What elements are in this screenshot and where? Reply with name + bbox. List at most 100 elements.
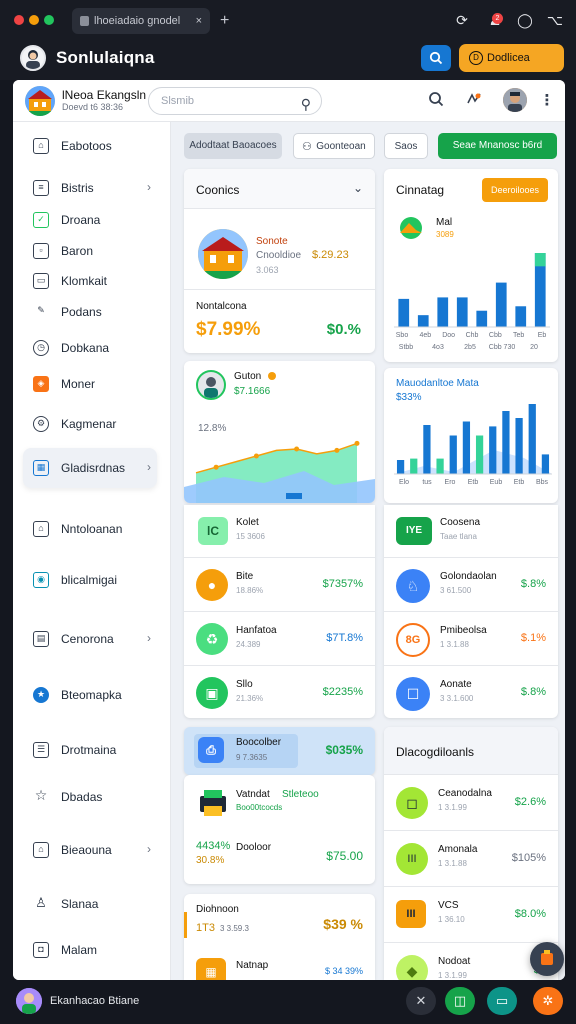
search-icon[interactable]: [426, 91, 446, 111]
floating-action-button[interactable]: [530, 942, 564, 976]
sidebar-item-slanaa[interactable]: ♙ Slanaa: [23, 889, 157, 919]
metric-sub: 18.86%: [236, 586, 264, 595]
chevron-right-icon: ›: [147, 631, 151, 645]
feature-line: Cnooldioe: [256, 250, 302, 261]
bottom-left-sub-b: 3 3.59.3: [220, 924, 249, 933]
minimize-window-dot[interactable]: [29, 15, 39, 25]
x-tick-label: Etb: [468, 479, 479, 486]
close-icon[interactable]: ✕: [406, 987, 436, 1015]
sidebar-item-blicalmigai[interactable]: ◉ blicalmigai: [23, 565, 157, 595]
search-icon[interactable]: ⚲: [301, 91, 311, 117]
user-avatar[interactable]: [503, 88, 527, 112]
list-item[interactable]: ◻ Ceanodalna 1 3.1.99 $2.6%: [384, 775, 558, 831]
sidebar-item-bieaouna[interactable]: ⌂ Bieaouna ›: [23, 835, 157, 865]
close-window-dot[interactable]: [14, 15, 24, 25]
bottom-left-value: $39 %: [323, 916, 363, 932]
x-tick-label: Teb: [513, 332, 524, 339]
sidebar-item-moner[interactable]: ◈ Moner: [23, 369, 157, 399]
sidebar-item-nntoloanan[interactable]: ⌂ Nntoloanan: [23, 514, 157, 544]
list-item[interactable]: ♘ Golondaolan 3 61.500 $.8%: [384, 558, 558, 612]
list-item[interactable]: III VCS 1 36.10 $8.0%: [384, 887, 558, 943]
sidebar-item-drotmaina[interactable]: ☰ Drotmaina: [23, 735, 157, 765]
new-tab-button[interactable]: +: [220, 8, 229, 34]
notification-count-badge: 2: [492, 13, 503, 24]
status-dot: [268, 372, 276, 380]
sidebar-item-droana[interactable]: ✓ Droana: [23, 205, 157, 235]
sidebar-item-cenorona[interactable]: ▤ Cenorona ›: [23, 624, 157, 654]
sidebar-item-gladisrdnas[interactable]: ▦ Gladisrdnas ›: [23, 448, 157, 488]
metric-sub: 3 3.1.600: [440, 694, 474, 703]
sidebar-item-label: Klomkait: [61, 274, 108, 288]
list-item[interactable]: ▣ Sllo 21.36% $2235%: [184, 666, 375, 718]
filter-button[interactable]: Adodtaat Baoacoes: [184, 133, 282, 159]
bottom-left-card: Diohnoon 1T3 3 3.59.3 $39 % ▦ Natnap $ 3…: [184, 894, 375, 980]
data-point: [334, 447, 340, 453]
chat-icon[interactable]: ◫: [445, 987, 475, 1015]
browser-tab[interactable]: lhoeiadaio gnodel ×: [72, 8, 210, 34]
chat-icon[interactable]: ◯: [515, 10, 535, 30]
bar-chart-2-title: Mauodanltoe Mata: [396, 378, 479, 389]
taskbar-avatar[interactable]: [16, 988, 42, 1014]
chevron-down-icon[interactable]: ⌄: [353, 181, 363, 195]
sidebar-item-label: Gladisrdnas: [61, 461, 126, 475]
workspace-search-input[interactable]: Slsmib ⚲: [148, 87, 322, 115]
bar-chart-badge[interactable]: Deeroilooes: [482, 178, 548, 202]
highlight-card[interactable]: ⎙ Boocolber 9 7.3635 $035%: [184, 727, 375, 775]
category-value: $105%: [511, 852, 546, 864]
x-tick-label: Eub: [490, 479, 503, 486]
chart-bar: [528, 404, 536, 474]
home-icon: ⌂: [33, 842, 49, 858]
toolbar-search-button[interactable]: ⚇ Goonteoan: [293, 133, 375, 159]
chart-bar: [436, 458, 444, 474]
metric-sub: 1 3.1.88: [440, 640, 469, 649]
coin-icon: D: [469, 51, 483, 65]
metric-value: $.8%: [520, 686, 546, 698]
overview-label: Nontalcona: [196, 301, 247, 312]
x-tick-label: 4o3: [432, 344, 444, 351]
list-item[interactable]: ♻ Hanfatoa 24.389 $7T.8%: [184, 612, 375, 666]
small-toolbar-button[interactable]: Saos: [384, 133, 428, 159]
metric-value: $7T.8%: [326, 632, 363, 644]
sidebar-item-podans[interactable]: ✎ Podans: [23, 297, 157, 327]
more-vertical-icon[interactable]: ⋮: [537, 91, 557, 111]
metric-label: Bite: [236, 571, 254, 582]
sidebar-item-kagmenar[interactable]: ⚙ Kagmenar: [23, 409, 157, 439]
message-icon[interactable]: ▭: [487, 987, 517, 1015]
promo-button[interactable]: D Dodlicea: [459, 44, 564, 72]
maximize-window-dot[interactable]: [44, 15, 54, 25]
app-avatar[interactable]: [20, 45, 46, 71]
category-sub: 1 36.10: [438, 915, 465, 924]
sidebar-item-baron[interactable]: ▫ Baron: [23, 236, 157, 266]
settings-icon[interactable]: ✲: [533, 987, 563, 1015]
sidebar-item-label: Bieaouna: [61, 843, 112, 857]
activity-icon[interactable]: [464, 91, 484, 111]
workspace-logo[interactable]: [25, 86, 55, 116]
category-sub: 1 3.1.88: [438, 859, 467, 868]
sidebar-item-klomkait[interactable]: ▭ Klomkait: [23, 266, 157, 296]
products-card: Vatndat Stleteoo Boo00tcocds 4434% 30.8%…: [184, 775, 375, 884]
tab-close-icon[interactable]: ×: [196, 8, 202, 34]
metric-value: $2235%: [322, 686, 363, 698]
sidebar-item-bteomapka[interactable]: ★ Bteomapka: [23, 680, 157, 710]
refresh-icon[interactable]: ⟳: [452, 10, 472, 30]
app-search-button[interactable]: [421, 45, 451, 71]
sidebar-item-dbadas[interactable]: ☆ Dbadas: [23, 782, 157, 812]
left-metrics-card: lC Kolet 15 3606 ● Bite 18.86% $7357% ♻ …: [184, 505, 375, 718]
list-item[interactable]: IYE Coosena Taae tlana: [384, 505, 558, 558]
chart-bar: [476, 310, 488, 327]
x-tick-label: Sbo: [396, 332, 409, 339]
recycle-icon: ♻: [196, 623, 228, 655]
sidebar-item-malam[interactable]: ◘ Malam: [23, 935, 157, 965]
list-item[interactable]: 8G Pmibeolsa 1 3.1.88 $.1%: [384, 612, 558, 666]
sidebar-item-dobkana[interactable]: ◷ Dobkana: [23, 333, 157, 363]
primary-action-button[interactable]: Seae Mnanosc b6rd: [438, 133, 557, 159]
list-item[interactable]: ☐ Aonate 3 3.1.600 $.8%: [384, 666, 558, 718]
sidebar-item-eabotoos[interactable]: ⌂ Eabotoos: [23, 131, 157, 161]
image-icon: ▫: [33, 243, 49, 259]
sidebar-item-bistris[interactable]: ≡ Bistris ›: [23, 173, 157, 203]
list-item[interactable]: lC Kolet 15 3606: [184, 505, 375, 558]
list-item[interactable]: ● Bite 18.86% $7357%: [184, 558, 375, 612]
share-icon[interactable]: ⌥: [545, 10, 565, 30]
list-item[interactable]: III Amonala 1 3.1.88 $105%: [384, 831, 558, 887]
highlight-sub: 9 7.3635: [236, 753, 268, 762]
